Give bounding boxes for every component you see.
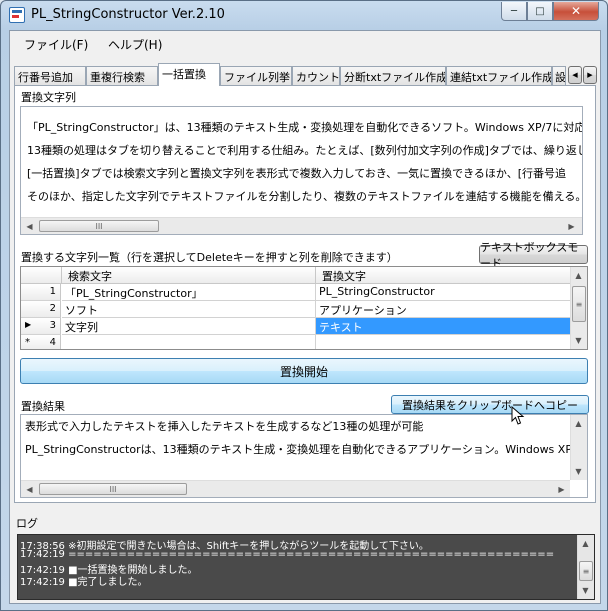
result-line: PL_StringConstructorは、13種類のテキスト生成・変換処理を自… — [25, 443, 588, 456]
app-icon — [9, 7, 25, 23]
menu-bar: ファイル(F) ヘルプ(H) — [10, 31, 600, 55]
row-number: 2 — [49, 303, 56, 314]
title-bar[interactable]: PL_StringConstructor Ver.2.10 ─ □ ✕ — [1, 1, 607, 29]
copy-result-button[interactable]: 置換結果をクリップボードへコピー — [391, 395, 589, 414]
scroll-up-icon[interactable]: ▲ — [578, 536, 593, 551]
tab-line-number[interactable]: 行番号追加 — [14, 66, 86, 85]
table-cell-replace[interactable]: アプリケーション — [316, 301, 572, 318]
tab-file-list[interactable]: ファイル列挙 — [220, 66, 292, 85]
row-number: 3 — [49, 320, 56, 331]
mouse-cursor-icon — [511, 406, 525, 425]
grid-header-search[interactable]: 検索文字 — [62, 267, 316, 284]
source-hscroll-thumb[interactable]: III — [39, 220, 159, 232]
source-line: そのほか、指定した文字列でテキストファイルを分割したり、複数のテキストファイルを… — [27, 190, 583, 203]
source-line: [一括置換]タブでは検索文字列と置換文字列を表形式で複数入力しておき、一気に置換… — [27, 167, 567, 180]
log-line: 17:42:19 ===============================… — [20, 549, 555, 560]
tab-scroll-right-button[interactable]: ▶ — [583, 66, 597, 84]
log-output[interactable]: 17:38:56 ※初期設定で開きたい場合は、Shiftキーを押しながらツールを… — [17, 534, 595, 600]
table-cell-replace-selected[interactable]: テキスト — [316, 318, 572, 335]
log-vscroll-thumb[interactable]: ≡ — [579, 561, 593, 581]
close-button[interactable]: ✕ — [553, 2, 599, 21]
row-header[interactable]: 1 — [21, 284, 61, 301]
new-row-icon: * — [25, 337, 30, 348]
app-window: PL_StringConstructor Ver.2.10 ─ □ ✕ ファイル… — [0, 0, 608, 611]
source-label: 置換文字列 — [21, 91, 76, 104]
bulk-replace-panel: 置換文字列 「PL_StringConstructor」は、13種類のテキスト生… — [14, 85, 596, 503]
log-line: 17:42:19 ■完了しました。 — [20, 577, 148, 588]
list-label: 置換する文字列一覧（行を選択してDeleteキーを押すと列を削除できます） — [21, 251, 398, 264]
row-number: 1 — [49, 286, 56, 297]
result-hscroll-thumb[interactable]: III — [39, 483, 187, 495]
row-header[interactable]: ▶ 3 — [21, 318, 61, 335]
menu-file[interactable]: ファイル(F) — [24, 36, 88, 53]
result-textbox[interactable]: 表形式で入力したテキストを挿入したテキストを生成するなど13種の処理が可能 PL… — [20, 414, 588, 498]
scroll-left-icon[interactable]: ◀ — [22, 482, 37, 497]
start-replace-button[interactable]: 置換開始 — [20, 358, 588, 384]
scroll-up-icon[interactable]: ▲ — [571, 416, 586, 431]
table-cell-replace[interactable]: PL_StringConstructor — [316, 284, 572, 301]
scroll-down-icon[interactable]: ▼ — [571, 333, 586, 348]
tab-strip: 行番号追加 重複行検索 一括置換 ファイル列挙 カウント 分断txtファイル作成… — [14, 63, 598, 86]
result-line: 表形式で入力したテキストを挿入したテキストを生成するなど13種の処理が可能 — [25, 420, 424, 433]
scroll-left-icon[interactable]: ◀ — [22, 219, 37, 234]
tab-duplicate-search[interactable]: 重複行検索 — [86, 66, 158, 85]
tab-join-txt[interactable]: 連結txtファイル作成 — [446, 66, 552, 85]
scroll-right-icon[interactable]: ▶ — [564, 219, 579, 234]
table-cell-replace[interactable] — [316, 335, 572, 349]
row-header-new[interactable]: * 4 — [21, 335, 61, 349]
log-vscrollbar[interactable]: ▲ ≡ ▼ — [577, 535, 594, 599]
scroll-down-icon[interactable]: ▼ — [578, 583, 593, 598]
client-area: ファイル(F) ヘルプ(H) 行番号追加 重複行検索 一括置換 ファイル列挙 カ… — [9, 30, 601, 604]
grid-header-replace[interactable]: 置換文字 — [316, 267, 572, 284]
tab-more[interactable]: 設 — [552, 66, 566, 85]
maximize-button[interactable]: □ — [527, 2, 553, 21]
row-number: 4 — [49, 337, 56, 348]
source-textbox[interactable]: 「PL_StringConstructor」は、13種類のテキスト生成・変換処理… — [20, 106, 583, 235]
grid-vscrollbar[interactable]: ▲ ≡ ▼ — [570, 267, 587, 349]
tab-bulk-replace[interactable]: 一括置換 — [158, 63, 220, 86]
row-header[interactable]: 2 — [21, 301, 61, 318]
replace-grid[interactable]: 検索文字 置換文字 1 「PL_StringConstructor」 PL_St… — [20, 266, 588, 350]
textbox-mode-button[interactable]: テキストボックスモード — [479, 241, 588, 270]
result-label: 置換結果 — [21, 400, 65, 413]
grid-corner — [21, 267, 62, 284]
log-label: ログ — [16, 517, 38, 530]
result-vscrollbar[interactable]: ▲ ▼ — [570, 415, 587, 480]
grid-vscroll-thumb[interactable]: ≡ — [572, 286, 586, 322]
scroll-down-icon[interactable]: ▼ — [571, 464, 586, 479]
tab-count[interactable]: カウント — [292, 66, 340, 85]
tab-scroll-left-button[interactable]: ◀ — [568, 66, 582, 84]
table-cell-search[interactable]: 「PL_StringConstructor」 — [62, 284, 316, 301]
scroll-right-icon[interactable]: ▶ — [554, 482, 569, 497]
source-line: 13種類の処理はタブを切り替えることで利用する仕組み。たとえば、[数列付加文字列… — [27, 144, 583, 157]
minimize-button[interactable]: ─ — [501, 2, 527, 21]
menu-help[interactable]: ヘルプ(H) — [108, 36, 162, 53]
current-row-icon: ▶ — [25, 320, 32, 329]
table-cell-search[interactable]: 文字列 — [62, 318, 316, 335]
table-cell-search[interactable]: ソフト — [62, 301, 316, 318]
scroll-up-icon[interactable]: ▲ — [571, 268, 586, 283]
table-cell-search[interactable] — [62, 335, 316, 349]
window-title: PL_StringConstructor Ver.2.10 — [31, 7, 225, 22]
tab-split-txt[interactable]: 分断txtファイル作成 — [340, 66, 446, 85]
source-hscrollbar[interactable]: ◀ III ▶ — [21, 217, 582, 234]
result-hscrollbar[interactable]: ◀ III ▶ — [21, 480, 570, 497]
source-line: 「PL_StringConstructor」は、13種類のテキスト生成・変換処理… — [27, 121, 583, 134]
